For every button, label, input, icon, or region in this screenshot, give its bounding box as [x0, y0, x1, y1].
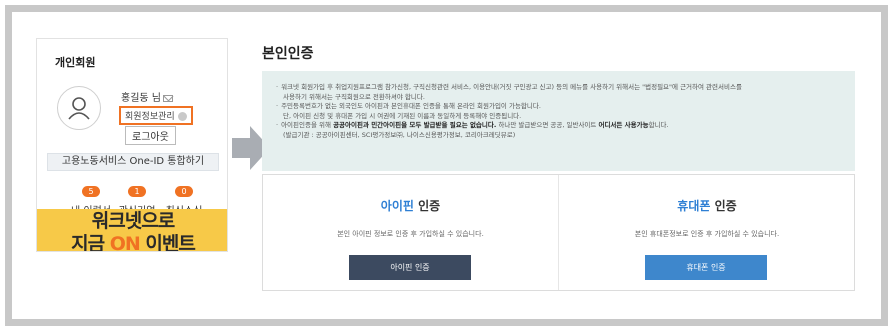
logout-button[interactable]: 로그아웃 [125, 126, 176, 145]
phone-auth-card: 휴대폰 인증 본인 휴대폰정보로 인증 후 가입하실 수 있습니다. 휴대폰 인… [559, 175, 855, 290]
stat-count-badge: 5 [82, 186, 100, 197]
phone-auth-button[interactable]: 휴대폰 인증 [645, 255, 767, 280]
gear-icon [177, 112, 187, 121]
ipin-auth-button[interactable]: 아이핀 인증 [349, 255, 471, 280]
event-banner[interactable]: 워크넷으로 지금 ON 이벤트 [37, 209, 227, 252]
user-name-text: 홍길동 님 [121, 93, 161, 104]
ipin-auth-card: 아이핀 인증 본인 아이핀 정보로 인증 후 가입하실 수 있습니다. 아이핀 … [263, 175, 559, 290]
stat-count-badge: 1 [128, 186, 146, 197]
banner-line2: 지금 ON 이벤트 [71, 233, 196, 252]
phone-card-desc: 본인 휴대폰정보로 인증 후 가입하실 수 있습니다. [634, 230, 780, 238]
auth-cards: 아이핀 인증 본인 아이핀 정보로 인증 후 가입하실 수 있습니다. 아이핀 … [262, 174, 855, 291]
mail-icon[interactable] [162, 94, 173, 102]
stat-count-badge: 0 [175, 186, 193, 197]
phone-card-title: 휴대폰 인증 [677, 199, 737, 213]
ipin-card-title: 아이핀 인증 [380, 199, 441, 213]
page-title: 본인인증 [262, 46, 314, 62]
oneid-integrate-button[interactable]: 고용노동서비스 One-ID 통합하기 [47, 153, 219, 171]
notice-line: 사용하기 위해서는 구직회원으로 전환하셔야 합니다. [283, 92, 425, 101]
member-info-manage-link[interactable]: 회원정보관리 [119, 106, 193, 125]
notice-box: 워크넷 회원가입 후 취업지원프로그램 참가신청, 구직신청관련 서비스, 이용… [262, 71, 855, 171]
panel-title: 개인회원 [55, 56, 96, 69]
member-info-manage-label: 회원정보관리 [125, 112, 175, 122]
notice-line: 주민등록번호가 없는 외국인도 아이핀과 본인휴대폰 인증을 통해 온라인 회원… [276, 102, 841, 112]
user-name: 홍길동 님 [121, 89, 173, 104]
notice-line: 워크넷 회원가입 후 취업지원프로그램 참가신청, 구직신청관련 서비스, 이용… [276, 83, 841, 93]
notice-line: 단, 아이핀 신청 및 휴대폰 가입 시 여권에 기재된 이름과 동일하게 등록… [283, 111, 522, 120]
ipin-card-desc: 본인 아이핀 정보로 인증 후 가입하실 수 있습니다. [337, 230, 484, 238]
notice-line: 아이핀인증을 위해 공공아이핀과 민간아이핀을 모두 발급받을 필요는 없습니다… [276, 121, 841, 131]
banner-line1: 워크넷으로 [91, 210, 175, 232]
member-panel: 개인회원 홍길동 님 회원정보관리 로그아웃 고용노동서비스 One-ID 통합… [36, 38, 228, 252]
notice-line: (발급기관 : 공공아이핀센터, SCI평가정보㈜, 나이스신용평가정보, 코리… [283, 130, 516, 139]
user-avatar-icon [57, 86, 101, 130]
